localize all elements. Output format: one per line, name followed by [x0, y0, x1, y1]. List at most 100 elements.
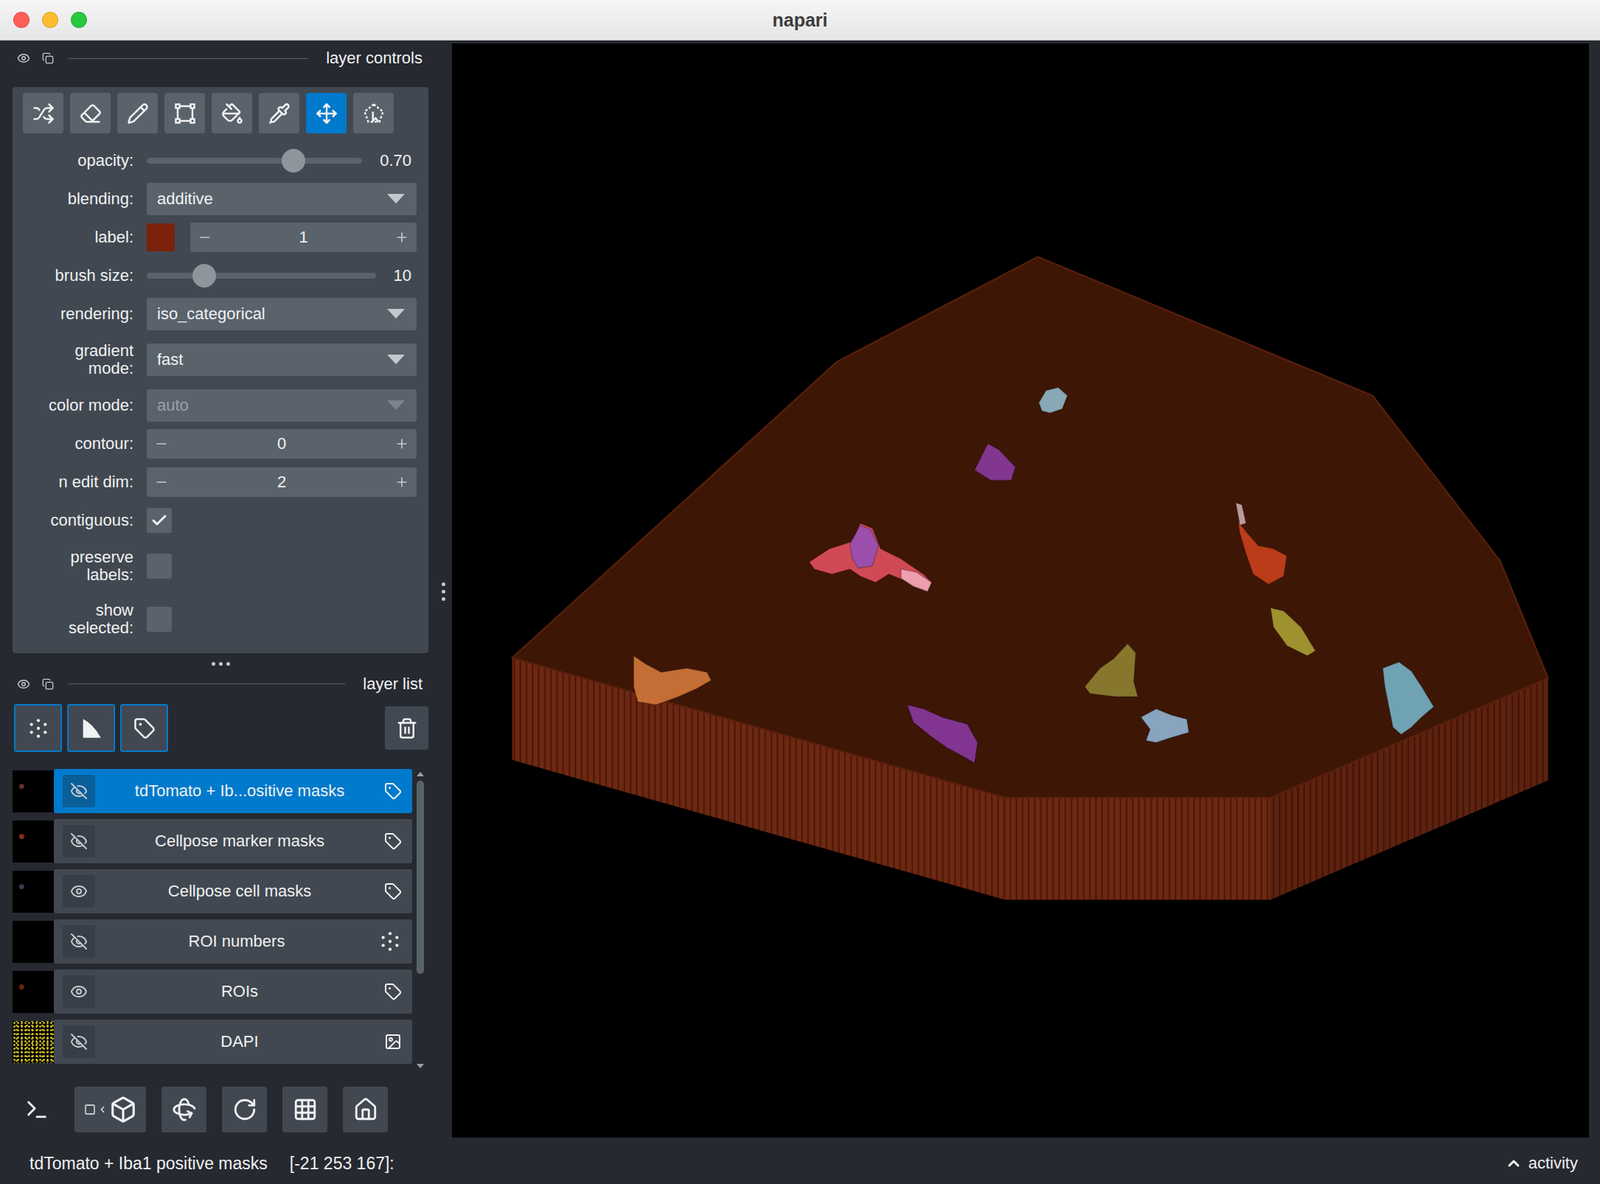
- roll-button[interactable]: [161, 1086, 207, 1133]
- tool-button[interactable]: [117, 92, 158, 134]
- spin-box[interactable]: 0: [146, 429, 417, 459]
- dropdown[interactable]: additive: [146, 182, 417, 216]
- layer-list-header: layer list: [12, 674, 429, 694]
- title-bar: napari: [0, 0, 1600, 41]
- tool-button[interactable]: [22, 92, 64, 134]
- layer-item[interactable]: Cellpose marker masks: [53, 819, 413, 864]
- labels-icon: [384, 782, 402, 800]
- layer-item[interactable]: ROIs: [53, 969, 413, 1014]
- layer-item[interactable]: tdTomato + Ib...ositive masks: [53, 769, 413, 814]
- eye-icon[interactable]: [16, 51, 31, 65]
- decrement-button[interactable]: [190, 222, 220, 253]
- layer-row[interactable]: ROI numbers: [12, 919, 413, 964]
- square-icon: [84, 1103, 96, 1116]
- increment-button[interactable]: [387, 222, 417, 253]
- layer-type: [384, 882, 402, 901]
- tool-button[interactable]: [305, 92, 347, 134]
- label-picker: 1: [146, 222, 417, 253]
- increment-button[interactable]: [387, 429, 417, 459]
- checkbox[interactable]: [146, 508, 172, 534]
- decrement-button[interactable]: [146, 467, 177, 497]
- minus-icon: [197, 230, 213, 245]
- plus-icon: [394, 436, 410, 452]
- close-button[interactable]: [13, 11, 30, 29]
- visibility-toggle[interactable]: [62, 975, 96, 1008]
- slider[interactable]: 10: [146, 266, 417, 286]
- checkbox[interactable]: [146, 553, 172, 579]
- visibility-toggle[interactable]: [62, 925, 96, 958]
- activity-button[interactable]: activity: [1504, 1153, 1578, 1174]
- console-button[interactable]: [14, 1086, 59, 1133]
- scrollbar[interactable]: [415, 769, 426, 1069]
- spin-box[interactable]: 1: [190, 222, 417, 253]
- visibility-toggle[interactable]: [62, 1025, 96, 1059]
- ndisplay-button[interactable]: [74, 1086, 146, 1133]
- cell-mask: [974, 443, 1016, 481]
- layer-name: DAPI: [102, 1032, 377, 1052]
- dock-splitter[interactable]: [435, 40, 452, 1143]
- spin-value[interactable]: 0: [176, 434, 388, 454]
- eye-off-icon: [70, 832, 88, 851]
- minimize-button[interactable]: [42, 11, 59, 29]
- float-icon[interactable]: [42, 52, 54, 65]
- panel-resize-handle[interactable]: [12, 653, 429, 675]
- grid-button[interactable]: [282, 1086, 328, 1133]
- dropdown[interactable]: iso_categorical: [146, 297, 417, 331]
- transpose-button[interactable]: [221, 1086, 267, 1133]
- scroll-up-icon[interactable]: [416, 771, 424, 777]
- layer-item[interactable]: Cellpose cell masks: [53, 869, 413, 914]
- float-icon[interactable]: [42, 678, 54, 691]
- scroll-down-icon[interactable]: [416, 1063, 424, 1069]
- label-color-swatch[interactable]: [146, 223, 175, 252]
- dropdown-arrow-icon: [387, 354, 405, 365]
- layer-row[interactable]: Cellpose marker masks: [12, 819, 413, 864]
- layer-type: [384, 832, 402, 851]
- eye-icon[interactable]: [16, 677, 31, 691]
- visibility-toggle[interactable]: [62, 825, 96, 858]
- decrement-button[interactable]: [146, 429, 177, 459]
- slider-reading: 10: [393, 266, 412, 286]
- tool-button[interactable]: [70, 92, 111, 134]
- slider-track[interactable]: [146, 157, 363, 164]
- visibility-toggle[interactable]: [62, 774, 96, 808]
- header-rule: [68, 58, 309, 59]
- tool-button[interactable]: [164, 92, 205, 134]
- layer-thumbnail: [12, 920, 54, 963]
- increment-button[interactable]: [387, 467, 417, 497]
- layer-name: Cellpose marker masks: [102, 831, 377, 851]
- layer-item[interactable]: ROI numbers: [53, 919, 413, 964]
- new-points-button[interactable]: [14, 704, 62, 753]
- layer-name: tdTomato + Ib...ositive masks: [102, 781, 377, 801]
- layer-row[interactable]: tdTomato + Ib...ositive masks: [12, 769, 413, 814]
- slider-track[interactable]: [146, 272, 377, 279]
- new-shapes-button[interactable]: [67, 704, 116, 753]
- layer-row[interactable]: Cellpose cell masks: [12, 869, 413, 914]
- slider-thumb[interactable]: [281, 148, 306, 173]
- tool-button[interactable]: [353, 92, 394, 134]
- home-button[interactable]: [342, 1086, 388, 1133]
- visibility-toggle[interactable]: [62, 875, 96, 908]
- tool-button[interactable]: [258, 92, 300, 134]
- eye-icon: [70, 982, 88, 1001]
- spin-value[interactable]: 1: [219, 227, 388, 248]
- viewer-canvas[interactable]: [451, 43, 1589, 1138]
- dropdown: auto: [146, 389, 417, 422]
- slider-thumb[interactable]: [192, 263, 217, 288]
- spin-value[interactable]: 2: [176, 472, 388, 492]
- new-labels-button[interactable]: [120, 704, 169, 753]
- checkbox[interactable]: [146, 606, 172, 632]
- layer-row[interactable]: ROIs: [12, 969, 413, 1014]
- volume-render[interactable]: [451, 43, 1589, 1138]
- control-row: gradient mode:fast: [22, 333, 417, 387]
- layer-item[interactable]: DAPI: [53, 1019, 413, 1064]
- control-row: label:1: [22, 218, 417, 257]
- splitter-handle[interactable]: [441, 582, 446, 601]
- tool-button[interactable]: [211, 92, 253, 134]
- slider[interactable]: 0.70: [146, 151, 417, 171]
- dropdown[interactable]: fast: [146, 343, 417, 377]
- scroll-thumb[interactable]: [416, 780, 424, 975]
- spin-box[interactable]: 2: [146, 467, 417, 497]
- layer-row[interactable]: DAPI: [12, 1019, 413, 1064]
- delete-layer-button[interactable]: [384, 706, 429, 750]
- zoom-button[interactable]: [70, 11, 88, 29]
